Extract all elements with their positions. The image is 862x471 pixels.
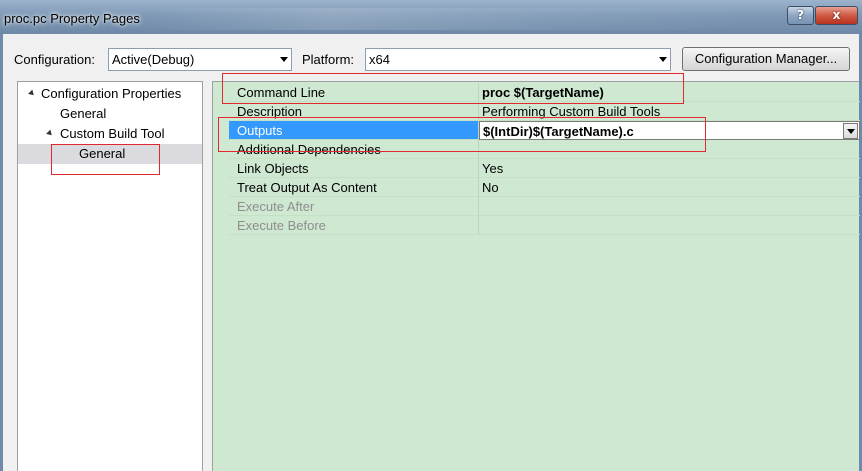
annotation-box-command-line bbox=[222, 73, 684, 104]
tree-item-custom-build-tool[interactable]: Custom Build Tool bbox=[18, 124, 202, 144]
window-title: proc.pc Property Pages bbox=[4, 11, 140, 26]
tree-item-general[interactable]: General bbox=[18, 104, 202, 124]
property-row-execute-before[interactable]: Execute Before bbox=[229, 216, 860, 235]
configuration-manager-button[interactable]: Configuration Manager... bbox=[682, 47, 850, 71]
tree-item-label: Configuration Properties bbox=[41, 86, 182, 101]
annotation-box-outputs bbox=[218, 117, 706, 152]
expand-triangle-icon[interactable] bbox=[46, 129, 54, 138]
close-button[interactable]: x bbox=[815, 6, 858, 25]
tree-item-label: General bbox=[60, 106, 107, 121]
tree-item-configuration-properties[interactable]: Configuration Properties bbox=[18, 84, 202, 104]
annotation-box-general bbox=[51, 144, 160, 175]
help-button[interactable]: ? bbox=[787, 6, 814, 25]
tree-item-label: Custom Build Tool bbox=[60, 126, 165, 141]
outputs-dropdown-button[interactable] bbox=[843, 123, 858, 139]
configuration-dropdown[interactable]: Active(Debug) bbox=[108, 48, 292, 71]
property-value[interactable]: No bbox=[479, 178, 860, 197]
chevron-down-icon bbox=[659, 57, 667, 62]
platform-dropdown[interactable]: x64 bbox=[365, 48, 671, 71]
title-bar[interactable]: proc.pc Property Pages ? x bbox=[0, 0, 862, 34]
property-name: Execute After bbox=[229, 197, 479, 216]
chevron-down-icon bbox=[280, 57, 288, 62]
property-name: Treat Output As Content bbox=[229, 178, 479, 197]
property-value[interactable] bbox=[479, 197, 860, 216]
configuration-label: Configuration: bbox=[14, 52, 95, 67]
chevron-down-icon bbox=[847, 129, 855, 134]
property-tree[interactable]: Configuration Properties General Custom … bbox=[17, 81, 203, 471]
platform-label: Platform: bbox=[302, 52, 355, 67]
expand-triangle-icon[interactable] bbox=[28, 89, 36, 98]
configuration-value: Active(Debug) bbox=[112, 52, 195, 67]
title-bar-glass bbox=[150, 8, 750, 30]
platform-value: x64 bbox=[369, 52, 390, 67]
property-value[interactable] bbox=[479, 216, 860, 235]
property-row-link-objects[interactable]: Link Objects Yes bbox=[229, 159, 860, 178]
property-row-treat-output-as-content[interactable]: Treat Output As Content No bbox=[229, 178, 860, 197]
property-name: Execute Before bbox=[229, 216, 479, 235]
property-name: Link Objects bbox=[229, 159, 479, 178]
property-row-execute-after[interactable]: Execute After bbox=[229, 197, 860, 216]
property-value[interactable]: Yes bbox=[479, 159, 860, 178]
